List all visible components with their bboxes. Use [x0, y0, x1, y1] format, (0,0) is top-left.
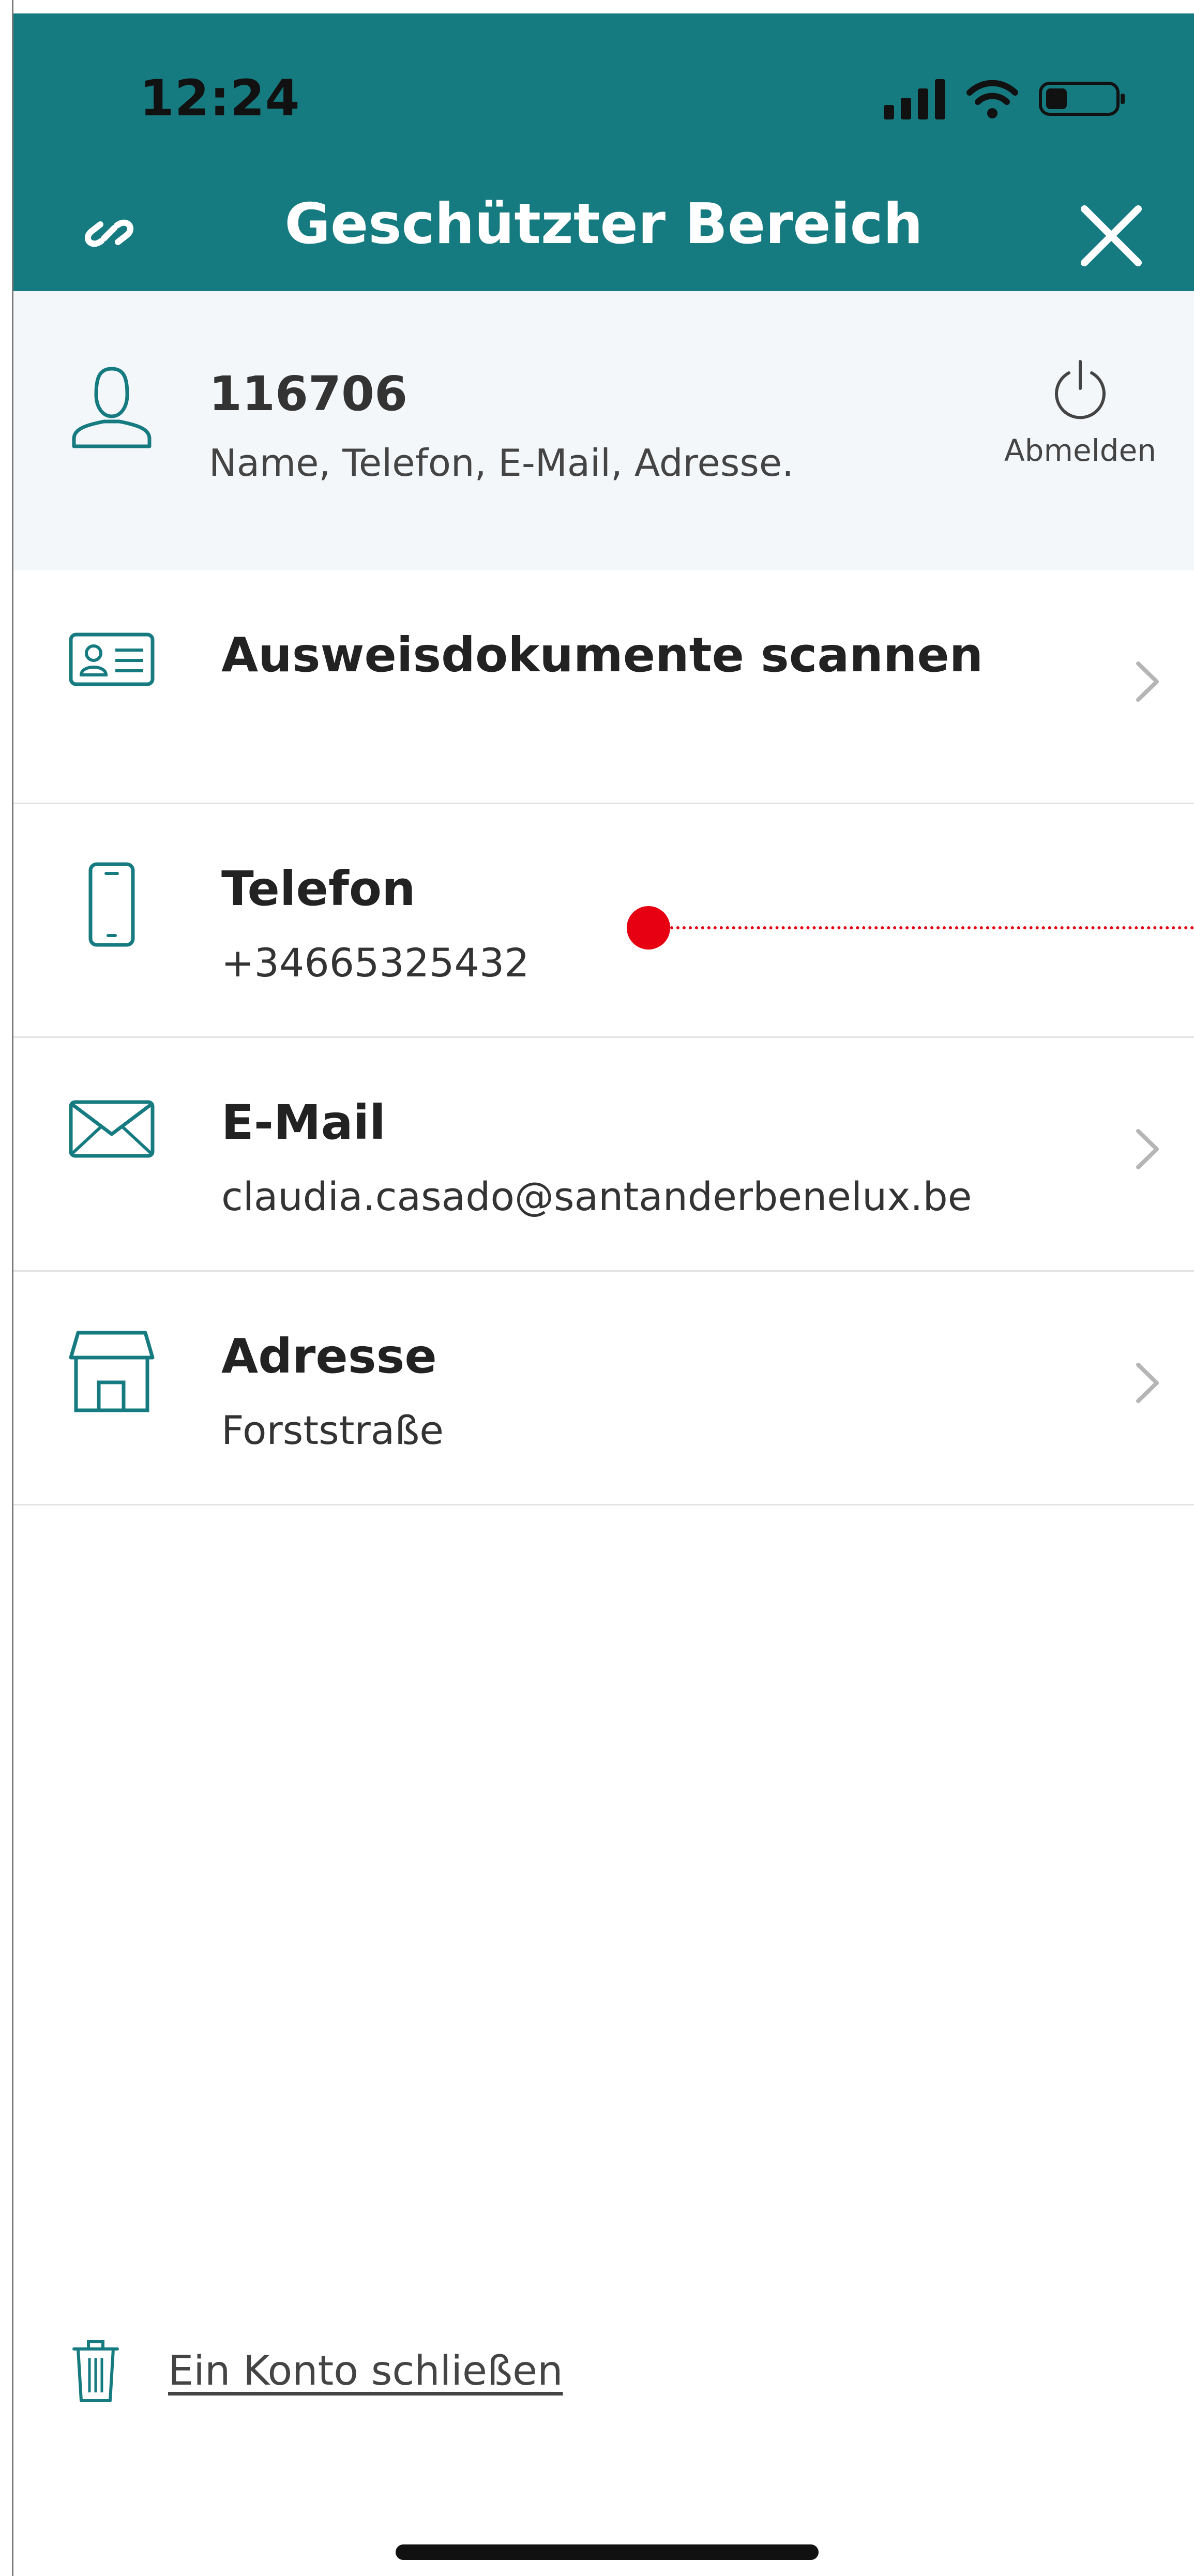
- close-account-link[interactable]: Ein Konto schließen: [70, 2338, 563, 2405]
- row-address[interactable]: Adresse Forststraße: [13, 1272, 1194, 1505]
- close-icon[interactable]: [1080, 205, 1142, 269]
- row-title: Telefon: [221, 861, 416, 916]
- top-bar: 12:24 Geschützter Bereich: [13, 13, 1194, 291]
- status-time: 12:24: [140, 69, 300, 127]
- page-title: Geschützter Bereich: [284, 192, 923, 257]
- row-title: E-Mail: [221, 1095, 386, 1150]
- touch-marker-dot: [627, 906, 670, 950]
- row-phone[interactable]: Telefon +34665325432: [13, 804, 1194, 1038]
- row-value: claudia.casado@santanderbenelux.be: [221, 1173, 972, 1219]
- logout-button[interactable]: Abmelden: [997, 358, 1163, 468]
- envelope-icon: [68, 1095, 156, 1183]
- chevron-right-icon: [1132, 1360, 1163, 1408]
- home-indicator[interactable]: [396, 2544, 819, 2560]
- row-email[interactable]: E-Mail claudia.casado@santanderbenelux.b…: [13, 1038, 1194, 1272]
- wifi-icon: [966, 80, 1018, 118]
- close-account-label[interactable]: Ein Konto schließen: [168, 2348, 563, 2394]
- status-icons: [884, 78, 1127, 119]
- account-number: 116706: [209, 366, 408, 421]
- id-card-icon: [68, 627, 156, 715]
- battery-icon: [1039, 82, 1125, 116]
- cellular-signal-icon: [884, 79, 945, 119]
- row-value: +34665325432: [221, 940, 530, 986]
- account-panel: 116706 Name, Telefon, E-Mail, Adresse. A…: [13, 291, 1194, 570]
- trash-icon: [72, 2340, 119, 2402]
- house-icon: [68, 1329, 156, 1417]
- chevron-right-icon: [1132, 658, 1163, 707]
- power-icon: [1055, 360, 1106, 419]
- smartphone-icon: [68, 861, 156, 949]
- row-title: Ausweisdokumente scannen: [221, 627, 984, 683]
- account-subtitle: Name, Telefon, E-Mail, Adresse.: [209, 441, 794, 485]
- touch-marker-line: [670, 926, 1194, 929]
- logout-label: Abmelden: [1004, 433, 1157, 468]
- chevron-right-icon: [1132, 1126, 1163, 1174]
- user-icon: [68, 364, 156, 454]
- frame-edge: [0, 0, 13, 2576]
- row-value: Forststraße: [221, 1407, 444, 1453]
- row-title: Adresse: [221, 1329, 437, 1384]
- row-scan-id-documents[interactable]: Ausweisdokumente scannen: [13, 570, 1194, 804]
